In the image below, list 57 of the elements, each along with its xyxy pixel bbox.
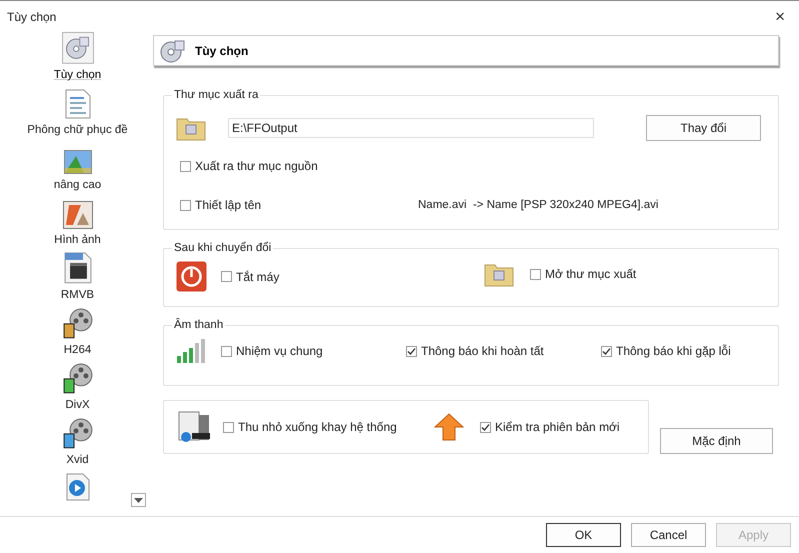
film-reel-icon <box>62 417 94 449</box>
name-example: Name.avi -> Name [PSP 320x240 MPEG4].avi <box>418 198 658 213</box>
checkbox-label: Mở thư mục xuất <box>545 266 636 284</box>
group-title: Sau khi chuyển đổi <box>173 240 272 256</box>
checkbox-label: Thiết lập tên <box>195 197 262 214</box>
header-title: Tùy chọn <box>195 42 248 60</box>
checkbox-label: Tắt máy <box>236 268 280 286</box>
document-icon <box>64 88 90 119</box>
checkbox-label: Thông báo khi hoàn tất <box>421 343 544 360</box>
check-icon <box>481 422 490 432</box>
disc-folder-icon <box>60 32 96 64</box>
default-button[interactable]: Mặc định <box>660 428 773 454</box>
group-title: Thư mục xuất ra <box>173 88 260 103</box>
output-path-field[interactable]: E:\FFOutput <box>228 118 594 138</box>
landscape-picture-icon <box>64 150 92 174</box>
dialog-button[interactable]: OK <box>546 523 621 547</box>
signal-bars-icon <box>176 338 207 364</box>
sidebar-item[interactable]: Xvid <box>12 417 142 472</box>
sidebar-item[interactable]: Hình ảnh <box>12 197 142 252</box>
checkbox[interactable] <box>180 160 191 172</box>
change-button[interactable]: Thay đổi <box>646 115 761 142</box>
close-button[interactable]: × <box>775 8 785 25</box>
sidebar-item[interactable]: Tùy chọn <box>12 32 142 87</box>
up-arrow-icon <box>434 413 464 441</box>
checkbox[interactable] <box>406 346 417 357</box>
disc-folder-icon <box>159 38 187 64</box>
checkbox-label: Nhiệm vụ chung <box>236 343 323 360</box>
player-document-icon <box>66 473 90 501</box>
checkbox[interactable] <box>223 422 234 432</box>
checkbox[interactable] <box>221 346 232 357</box>
server-window-icon <box>178 411 211 443</box>
checkbox[interactable] <box>601 346 612 357</box>
checkbox[interactable] <box>530 268 541 280</box>
checkbox-label: Thông báo khi gặp lỗi <box>616 343 731 360</box>
sidebar-item[interactable]: DivX <box>12 362 142 417</box>
sidebar-item[interactable]: nâng cao <box>12 142 142 197</box>
check-icon <box>602 346 611 356</box>
sidebar-item[interactable]: H264 <box>12 307 142 362</box>
checkbox-label: Xuất ra thư mục nguồn <box>195 158 318 176</box>
film-reel-icon <box>62 307 94 339</box>
sidebar-item[interactable]: Phông chữ phục đề <box>12 87 142 142</box>
scroll-down-button[interactable] <box>131 493 146 507</box>
checkbox-label: Kiểm tra phiên bản mới <box>495 419 620 436</box>
film-reel-icon <box>62 362 94 394</box>
checkbox[interactable] <box>180 200 191 211</box>
image-icon <box>62 200 92 229</box>
check-icon <box>407 346 416 356</box>
clapperboard-document-icon <box>64 252 92 284</box>
group-title: Âm thanh <box>173 317 224 333</box>
power-icon <box>176 261 207 292</box>
checkbox[interactable] <box>221 271 232 282</box>
window-title: Tùy chọn <box>7 8 56 26</box>
checkbox-label: Thu nhỏ xuống khay hệ thống <box>238 419 397 436</box>
caret-down-icon <box>134 498 143 502</box>
sidebar-item[interactable]: RMVB <box>12 252 142 307</box>
checkbox[interactable] <box>480 422 491 432</box>
dialog-button[interactable]: Cancel <box>631 523 706 547</box>
